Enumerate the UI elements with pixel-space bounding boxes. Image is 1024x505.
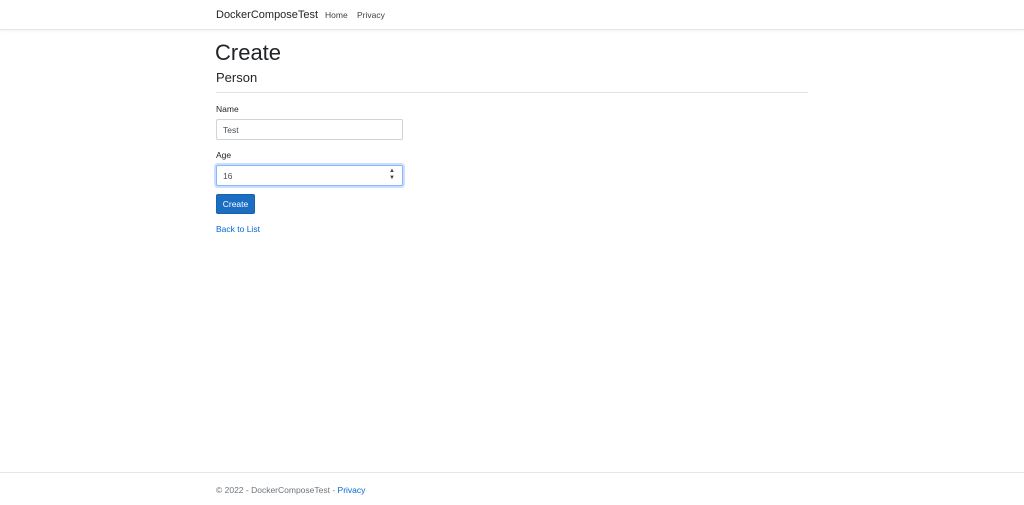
name-input[interactable] [216,119,403,140]
age-spinner[interactable]: ▲ ▼ [386,168,398,183]
create-button[interactable]: Create [216,194,255,214]
spinner-up-icon[interactable]: ▲ [386,168,398,175]
name-label: Name [216,104,239,114]
footer-copyright: © 2022 - DockerComposeTest - [216,485,338,495]
brand-link[interactable]: DockerComposeTest [216,9,318,21]
age-label: Age [216,150,232,160]
top-navbar: DockerComposeTest Home Privacy [0,0,1024,30]
nav-link-home[interactable]: Home [325,10,348,20]
age-input[interactable] [216,165,403,186]
divider [216,92,808,93]
page-subtitle: Person [216,70,258,85]
footer: © 2022 - DockerComposeTest - Privacy [0,472,1024,505]
back-to-list-link[interactable]: Back to List [216,224,260,234]
footer-privacy-link[interactable]: Privacy [338,485,366,495]
nav-link-privacy[interactable]: Privacy [357,10,385,20]
page-title: Create [215,40,282,65]
spinner-down-icon[interactable]: ▼ [386,175,398,182]
footer-text: © 2022 - DockerComposeTest - Privacy [216,485,365,495]
